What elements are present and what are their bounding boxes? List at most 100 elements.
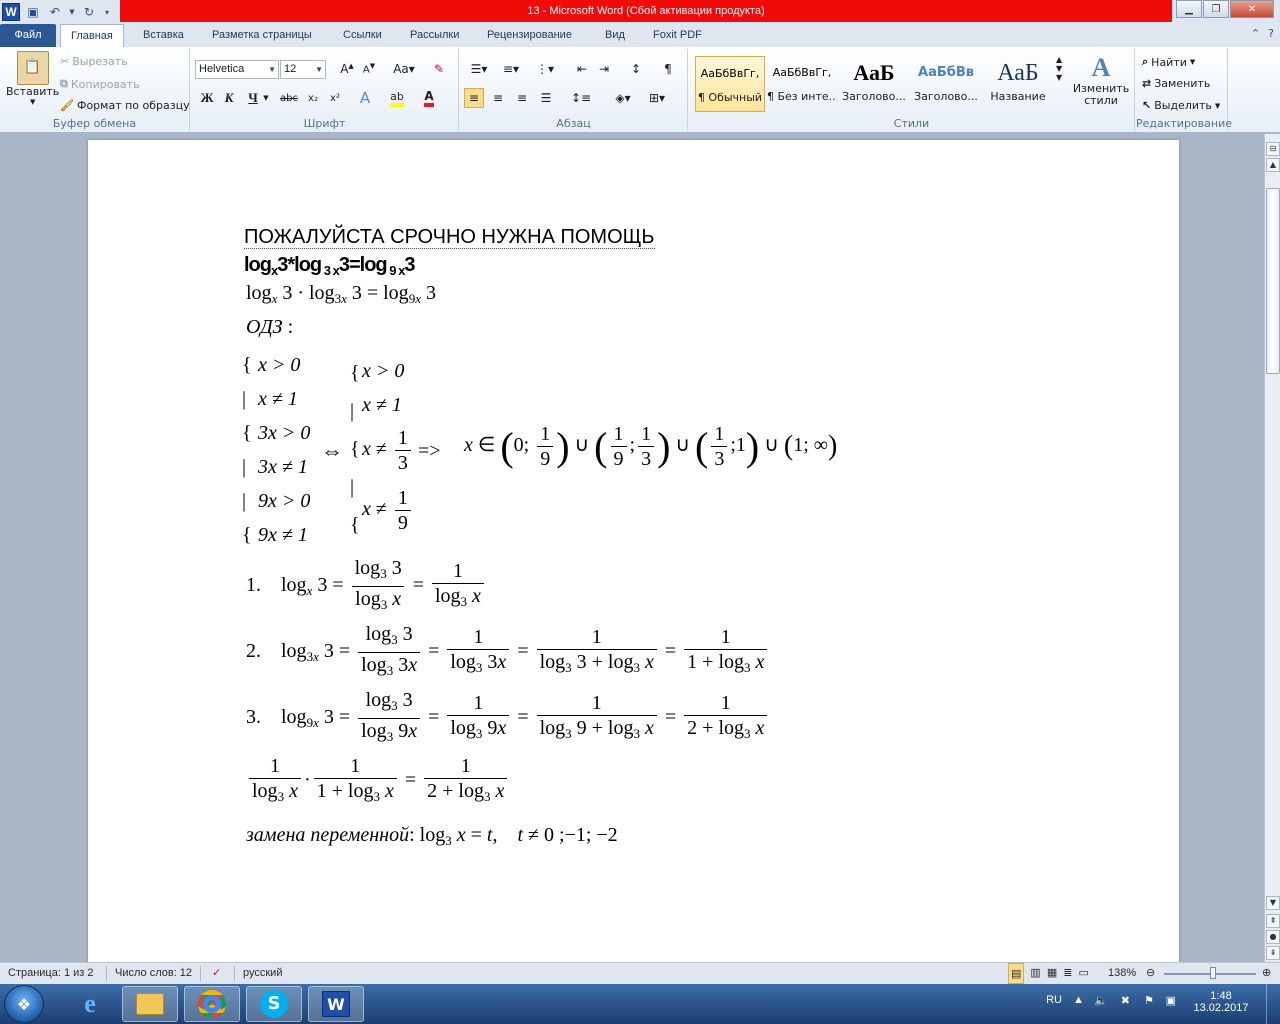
document-area[interactable]: ПОЖАЛУЙСТА СРОЧНО НУЖНА ПОМОЩЬ logx3*log… xyxy=(0,134,1264,962)
bold-button[interactable]: Ж xyxy=(197,88,217,108)
outline-icon[interactable]: ≣ xyxy=(1063,963,1072,984)
ruler-toggle-icon[interactable]: ⊟ xyxy=(1266,142,1280,156)
font-name-combo[interactable]: Helvetica ▼ xyxy=(195,60,279,79)
align-center-button[interactable]: ≡ xyxy=(488,88,508,108)
borders-button[interactable]: ⊞▾ xyxy=(644,88,670,108)
document-page[interactable]: ПОЖАЛУЙСТА СРОЧНО НУЖНА ПОМОЩЬ logx3*log… xyxy=(88,140,1179,962)
web-layout-icon[interactable]: ▦ xyxy=(1047,963,1057,984)
taskbar-explorer[interactable] xyxy=(122,986,178,1022)
underline-dropdown-icon[interactable]: ▼ xyxy=(261,88,271,108)
tab-home[interactable]: Главная xyxy=(60,24,124,47)
page-count[interactable]: Страница: 1 из 2 xyxy=(8,963,94,984)
grow-font-button[interactable]: A▲ xyxy=(337,59,357,79)
zoom-level[interactable]: 138% xyxy=(1108,963,1136,984)
help-icon[interactable]: ? xyxy=(1268,27,1274,40)
style-normal[interactable]: АаБбВвГг, ¶ Обычный xyxy=(695,56,765,112)
tab-foxit-pdf[interactable]: Foxit PDF xyxy=(643,24,712,47)
language-bar[interactable]: RU xyxy=(1046,994,1062,1006)
style-no-spacing[interactable]: АаБбВвГг, ¶ Без инте... xyxy=(767,56,837,112)
language-indicator[interactable]: русский xyxy=(243,963,282,984)
decrease-indent-button[interactable]: ⇤ xyxy=(572,59,592,79)
word-count[interactable]: Число слов: 12 xyxy=(115,963,192,984)
taskbar-skype[interactable]: S xyxy=(246,986,302,1022)
style-title[interactable]: АаБ Название xyxy=(983,56,1053,112)
change-styles-button[interactable]: A Изменить стили xyxy=(1073,53,1129,107)
numbering-button[interactable]: ≡▾ xyxy=(498,59,524,79)
full-screen-reading-icon[interactable]: ▥ xyxy=(1030,963,1040,984)
increase-indent-button[interactable]: ⇥ xyxy=(594,59,614,79)
show-marks-button[interactable]: ¶ xyxy=(658,59,678,79)
volume-icon[interactable]: 🔈 xyxy=(1094,994,1108,1007)
justify-button[interactable]: ☰ xyxy=(536,88,556,108)
shading-button[interactable]: ◈▾ xyxy=(610,88,636,108)
close-button[interactable]: ✕ xyxy=(1230,0,1274,18)
taskbar-word[interactable]: W xyxy=(308,986,364,1022)
tab-mailings[interactable]: Рассылки xyxy=(400,24,469,47)
draft-icon[interactable]: ▭ xyxy=(1078,963,1088,984)
format-painter-button[interactable]: 🖌 Формат по образцу xyxy=(60,99,190,112)
proofing-icon[interactable]: ✓ xyxy=(212,963,221,984)
taskbar-chrome[interactable] xyxy=(184,986,240,1022)
shrink-font-button[interactable]: A▼ xyxy=(359,59,379,79)
underline-button[interactable]: Ч xyxy=(243,88,263,108)
sort-button[interactable]: ↕ xyxy=(626,59,646,79)
redo-icon[interactable]: ↻ xyxy=(80,3,98,21)
style-heading-2[interactable]: АаБбВв Заголово... xyxy=(911,56,981,112)
select-button[interactable]: ↖ Выделить ▼ xyxy=(1142,99,1220,112)
bullets-button[interactable]: ☰▾ xyxy=(466,59,492,79)
network-icon[interactable]: ✖ xyxy=(1121,994,1130,1007)
replace-button[interactable]: ⇄ Заменить xyxy=(1142,77,1210,90)
tab-review[interactable]: Рецензирование xyxy=(477,24,582,47)
show-hidden-icons[interactable]: ▲ xyxy=(1073,994,1084,1006)
copy-button[interactable]: ⧉ Копировать xyxy=(60,77,140,91)
superscript-button[interactable]: x² xyxy=(325,88,345,108)
taskbar-ie[interactable]: e xyxy=(62,986,118,1022)
show-desktop-button[interactable] xyxy=(1266,984,1280,1024)
clock[interactable]: 1:48 13.02.2017 xyxy=(1188,990,1254,1014)
highlight-button[interactable]: ab xyxy=(387,88,407,108)
cut-button[interactable]: ✂ Вырезать xyxy=(60,55,128,68)
next-page-button[interactable]: ⇟ xyxy=(1266,946,1280,960)
customize-qat-icon[interactable]: ▾ xyxy=(102,3,112,21)
text-effects-button[interactable]: A xyxy=(355,88,375,108)
vertical-scrollbar[interactable]: ⊟ ▲ ▼ ⇞ ● ⇟ xyxy=(1264,134,1280,962)
paste-button[interactable]: 📋 Вставить ▼ xyxy=(6,51,59,106)
tab-insert[interactable]: Вставка xyxy=(133,24,194,47)
word-app-icon[interactable]: W xyxy=(2,3,20,21)
undo-icon[interactable]: ↶ xyxy=(46,3,64,21)
scroll-down-button[interactable]: ▼ xyxy=(1266,896,1280,910)
tab-view[interactable]: Вид xyxy=(595,24,635,47)
scroll-up-button[interactable]: ▲ xyxy=(1266,158,1280,172)
zoom-in-button[interactable]: ⊕ xyxy=(1262,963,1271,984)
tab-references[interactable]: Ссылки xyxy=(333,24,392,47)
find-button[interactable]: ⌕ Найти ▼ xyxy=(1142,55,1195,69)
change-case-button[interactable]: Aa▾ xyxy=(391,59,417,79)
zoom-slider-handle[interactable] xyxy=(1210,967,1216,979)
action-center-icon[interactable]: ⚑ xyxy=(1144,994,1154,1007)
scroll-thumb[interactable] xyxy=(1266,188,1280,374)
tab-file[interactable]: Файл xyxy=(0,24,56,47)
start-button[interactable]: ❖ xyxy=(4,985,44,1023)
align-left-button[interactable]: ≡ xyxy=(464,88,484,108)
clear-formatting-button[interactable]: ✎ xyxy=(429,59,449,79)
subscript-button[interactable]: x₂ xyxy=(303,88,323,108)
save-icon[interactable]: ▣ xyxy=(24,3,42,21)
print-layout-icon[interactable]: ▤ xyxy=(1008,963,1025,984)
zoom-out-button[interactable]: ⊖ xyxy=(1146,963,1155,984)
previous-page-button[interactable]: ⇞ xyxy=(1266,914,1280,928)
minimize-button[interactable]: ▁ xyxy=(1176,0,1202,18)
font-color-button[interactable]: A xyxy=(419,88,439,108)
italic-button[interactable]: К xyxy=(219,88,239,108)
align-right-button[interactable]: ≡ xyxy=(512,88,532,108)
browse-object-button[interactable]: ● xyxy=(1266,930,1280,944)
font-size-combo[interactable]: 12 ▼ xyxy=(280,60,326,79)
tab-page-layout[interactable]: Разметка страницы xyxy=(202,24,322,47)
collapse-ribbon-icon[interactable]: ⌃ xyxy=(1251,27,1260,40)
maximize-button[interactable]: ❐ xyxy=(1203,0,1229,18)
style-heading-1[interactable]: АаБ Заголово... xyxy=(839,56,909,112)
line-spacing-button[interactable]: ↕≡ xyxy=(568,88,594,108)
device-icon[interactable]: ▣ xyxy=(1166,994,1176,1007)
multilevel-list-button[interactable]: ⋮▾ xyxy=(532,59,558,79)
undo-dropdown-icon[interactable]: ▼ xyxy=(68,3,76,21)
strikethrough-button[interactable]: abc xyxy=(277,88,301,108)
